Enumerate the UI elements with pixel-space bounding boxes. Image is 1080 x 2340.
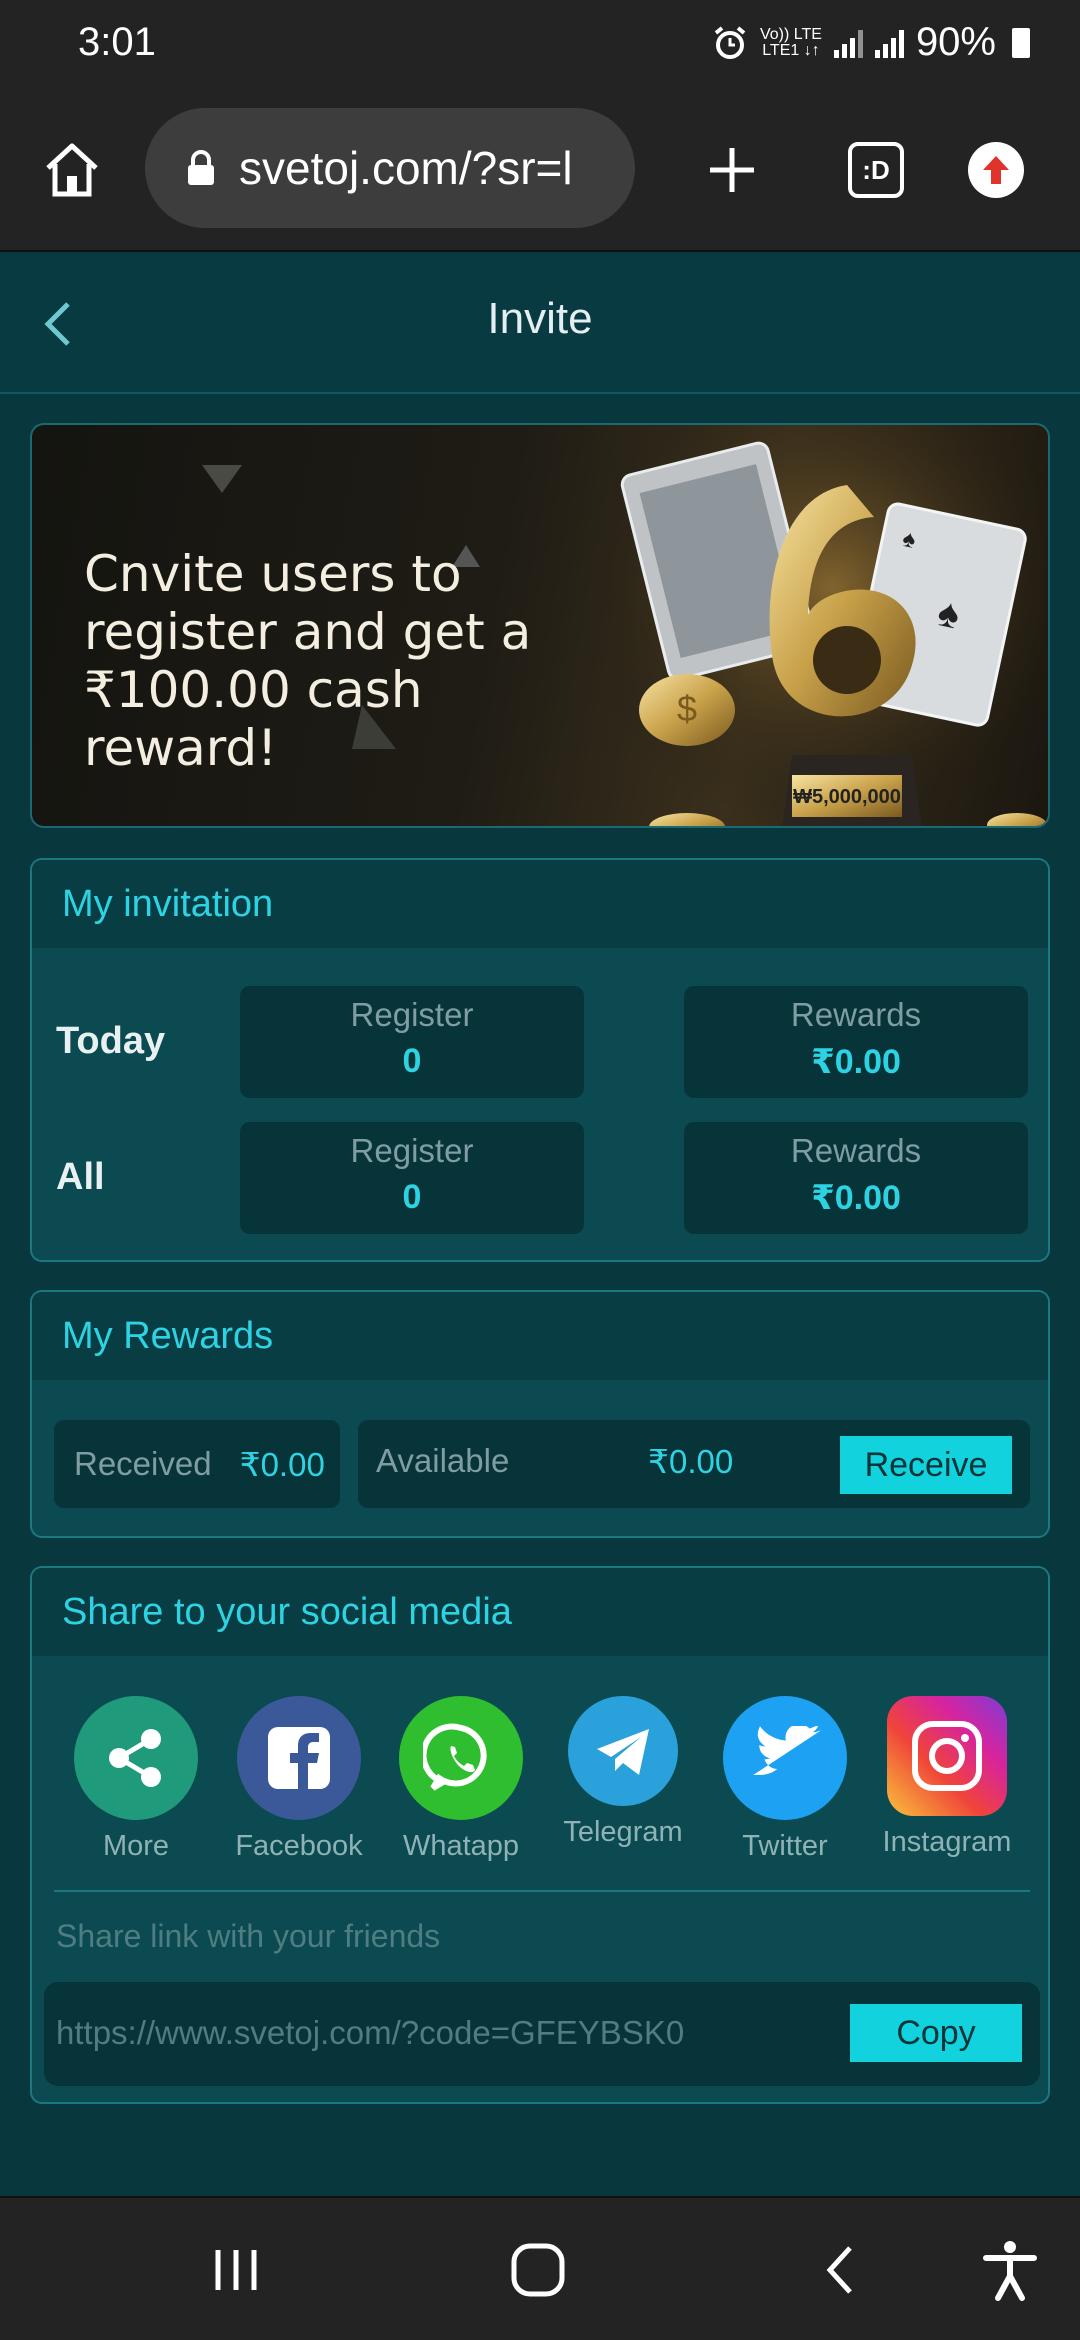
invitation-row-all: All Register 0 Rewards ₹0.00 <box>32 1122 1048 1234</box>
available-box: Available ₹0.00 Receive <box>358 1420 1030 1508</box>
back-nav-icon[interactable] <box>810 2238 874 2302</box>
network-label: Vo)) LTE LTE1 ↓↑ <box>759 25 822 59</box>
divider <box>54 1890 1030 1892</box>
status-bar: 3:01 Vo)) LTE LTE1 ↓↑ 90% <box>0 0 1080 88</box>
share-twitter-button[interactable]: Twitter <box>710 1696 860 1863</box>
alarm-icon <box>714 25 746 59</box>
battery-icon <box>1012 27 1030 58</box>
decor-triangle <box>202 465 242 493</box>
lock-icon <box>188 150 214 185</box>
telegram-icon <box>568 1696 678 1806</box>
rewards-stat: Rewards ₹0.00 <box>684 986 1028 1098</box>
trophy-plate-text: ₩5,000,000 <box>793 786 901 808</box>
share-link-box: https://www.svetoj.com/?code=GFEYBSK0 Co… <box>44 1982 1040 2086</box>
register-stat: Register 0 <box>240 1122 584 1234</box>
share-instagram-button[interactable]: Instagram <box>872 1696 1022 1859</box>
row-label: All <box>56 1156 105 1198</box>
page-header: Invite <box>0 254 1080 394</box>
facebook-icon <box>237 1696 361 1820</box>
recent-apps-icon[interactable] <box>204 2238 268 2302</box>
new-tab-icon[interactable] <box>700 138 764 202</box>
signal-icon <box>833 28 863 58</box>
whatsapp-icon <box>399 1696 523 1820</box>
home-icon[interactable] <box>40 138 104 202</box>
tabs-button[interactable]: :D <box>848 142 904 198</box>
my-rewards-card: My Rewards Received ₹0.00 Available ₹0.0… <box>30 1290 1050 1538</box>
share-icon <box>74 1696 198 1820</box>
received-box: Received ₹0.00 <box>54 1420 340 1508</box>
share-whatsapp-button[interactable]: Whatapp <box>386 1696 536 1863</box>
received-label: Received <box>74 1445 212 1482</box>
share-telegram-button[interactable]: Telegram <box>548 1696 698 1849</box>
share-more-button[interactable]: More <box>61 1696 211 1863</box>
url-bar[interactable]: svetoj.com/?sr=l <box>145 108 635 228</box>
page-title: Invite <box>487 294 593 343</box>
battery-percent: 90% <box>915 20 996 64</box>
share-link-label: Share link with your friends <box>56 1918 441 1954</box>
instagram-icon <box>887 1696 1007 1816</box>
receive-button[interactable]: Receive <box>840 1436 1012 1494</box>
twitter-icon <box>723 1696 847 1820</box>
my-rewards-title: My Rewards <box>32 1292 1048 1380</box>
received-value: ₹0.00 <box>239 1445 325 1483</box>
system-nav-bar <box>0 2196 1080 2340</box>
svg-text:$: $ <box>677 688 697 729</box>
url-text: svetoj.com/?sr=l <box>239 142 573 194</box>
status-icons: Vo)) LTE LTE1 ↓↑ 90% <box>712 20 1030 65</box>
invitation-row-today: Today Register 0 Rewards ₹0.00 <box>32 986 1048 1098</box>
register-stat: Register 0 <box>240 986 584 1098</box>
accessibility-icon[interactable] <box>978 2238 1042 2302</box>
cards-trophy-image: ♠ ♠ ₩5,000,000 $ <box>612 425 1048 826</box>
my-invitation-title: My invitation <box>32 860 1048 948</box>
promo-banner[interactable]: Cnvite users to register and get a ₹100.… <box>30 423 1050 828</box>
available-value: ₹0.00 <box>648 1443 734 1480</box>
my-invitation-card: My invitation Today Register 0 Rewards ₹… <box>30 858 1050 1262</box>
browser-toolbar: svetoj.com/?sr=l :D <box>0 88 1080 252</box>
copy-button[interactable]: Copy <box>850 2004 1022 2062</box>
banner-headline: Cnvite users to register and get a ₹100.… <box>84 545 532 777</box>
row-label: Today <box>56 1020 166 1062</box>
share-title: Share to your social media <box>32 1568 1048 1656</box>
available-label: Available <box>376 1442 510 1479</box>
signal-icon-2 <box>874 28 904 58</box>
share-link-text[interactable]: https://www.svetoj.com/?code=GFEYBSK0 <box>56 2014 684 2052</box>
update-icon[interactable] <box>968 142 1024 198</box>
social-buttons: More Facebook Whatapp Telegram Twitter I… <box>32 1696 1048 1896</box>
status-time: 3:01 <box>78 20 156 64</box>
home-nav-icon[interactable] <box>506 2238 570 2302</box>
share-facebook-button[interactable]: Facebook <box>224 1696 374 1863</box>
rewards-stat: Rewards ₹0.00 <box>684 1122 1028 1234</box>
share-card: Share to your social media More Facebook <box>30 1566 1050 2104</box>
